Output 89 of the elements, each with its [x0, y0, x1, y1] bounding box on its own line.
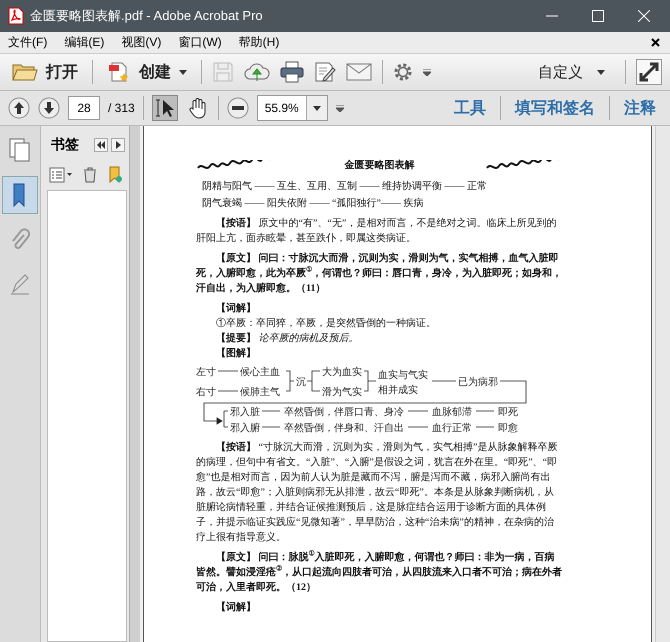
bracket-line: [286, 370, 294, 392]
new-bookmark-icon[interactable]: [107, 166, 123, 184]
envelope-icon[interactable]: [346, 62, 372, 82]
diagram-label: 右寸: [196, 387, 216, 398]
settings-icon[interactable]: [393, 62, 413, 82]
connector-line: [476, 426, 494, 428]
diagram-label: 沉: [296, 377, 306, 388]
sidebar-tab[interactable]: [2, 176, 38, 214]
diagram-label: 相并成实: [378, 385, 418, 396]
diagram-label: 卒然昏倒，伴身和、汗自出: [284, 423, 404, 434]
trash-icon[interactable]: [83, 167, 97, 183]
menu-item[interactable]: 文件(F): [8, 34, 48, 51]
text-line: 【词解】: [216, 600, 257, 615]
cloud-upload-icon[interactable]: [244, 61, 270, 83]
page-number-field[interactable]: 28: [68, 96, 100, 120]
original-text: 【原文】 问曰：脉脱$^{①}$入脏即死，入腑即愈，何谓也？师曰：非为一病，百病皆然。譬如浸淫疮$^{②}$，从口起流向四肢者可治，从四肢流来入口者不可治；病在外者可治，入里者即死。（12）: [196, 550, 563, 595]
maximize-icon[interactable]: [592, 10, 604, 22]
pdf-app-icon: [8, 7, 24, 25]
previous-page-icon[interactable]: [8, 97, 30, 119]
page-count: / 313: [108, 101, 135, 115]
create-button[interactable]: 创建: [103, 60, 191, 84]
flow-line: 阴气衰竭 —— 阳失依附 —— “孤阳独行”—— 疾病: [202, 196, 424, 211]
edit-document-icon[interactable]: [314, 61, 336, 83]
connector-line: [218, 370, 238, 372]
customize-button[interactable]: 自定义: [534, 62, 609, 82]
menu-item[interactable]: 视图(V): [121, 34, 162, 51]
diagram-label: 血脉郁滞: [432, 407, 472, 418]
panel-title: 书签: [51, 136, 79, 154]
window-title: 金匮要略图表解.pdf - Adobe Acrobat Pro: [30, 7, 263, 25]
text-line: 【提要】 论卒厥的病机及预后。: [216, 332, 360, 346]
diagram-label: 滑为气实: [322, 387, 362, 398]
diagram-label: 即愈: [498, 423, 518, 434]
pane-tab[interactable]: 填写和签名: [509, 98, 601, 118]
pane-tab[interactable]: 工具: [448, 98, 492, 118]
select-tool-button[interactable]: [152, 95, 178, 121]
connector-line: [408, 426, 428, 428]
bracket-line: [364, 370, 376, 392]
close-icon[interactable]: [638, 10, 650, 22]
flow-line: 阴精与阳气 —— 互生、互用、互制 —— 维持协调平衡 —— 正常: [202, 180, 488, 194]
diagram-label: 邪入腑: [230, 423, 260, 434]
diagram-label: 左寸: [196, 367, 216, 378]
diagram-label: 邪入脏: [230, 407, 260, 418]
printer-icon[interactable]: [280, 61, 304, 83]
diagram-label: 即死: [498, 407, 518, 418]
zoom-out-icon[interactable]: [226, 97, 249, 119]
connector-line: [218, 390, 238, 392]
diagram-label: 大为血实: [322, 367, 362, 378]
diagram-label: 候肺主气: [240, 387, 280, 398]
collapse-panel-icon[interactable]: [94, 138, 108, 152]
pen-icon: [10, 273, 30, 295]
panel-options-icon[interactable]: [111, 138, 125, 152]
pane-tab[interactable]: 注释: [618, 98, 662, 118]
connector-line: [262, 426, 280, 428]
folder-icon: [12, 62, 38, 82]
list-options-icon[interactable]: [49, 167, 73, 183]
menu-item[interactable]: 窗口(W): [178, 34, 222, 51]
text-line: 【词解】: [216, 302, 257, 316]
pages-icon: [9, 138, 31, 162]
diagram-label: 已为病邪: [458, 377, 498, 388]
bracket-line: [306, 370, 320, 392]
text-line: ①卒厥：卒同猝，卒厥，是突然昏倒的一种病证。: [216, 316, 437, 331]
menu-item[interactable]: 编辑(E): [64, 34, 104, 51]
next-page-icon[interactable]: [38, 97, 60, 119]
caret-icon[interactable]: [312, 106, 321, 110]
running-head: 金匮要略图表解: [344, 158, 414, 173]
dropdown-caret-icon[interactable]: [423, 68, 431, 76]
menu-item[interactable]: 帮助(H): [238, 34, 280, 51]
caret-icon: [179, 70, 187, 74]
caret-icon: [597, 70, 605, 74]
diagram-label: 候心主血: [240, 367, 280, 378]
original-text: 【原文】 问曰：寸脉沉大而滑，沉则为实，滑则为气，实气相搏，血气入脏即死，入腑即愈，此为卒厥$^{①}$，何谓也？师曰：唇口青，身冷，为入脏即死；如身和，汗自出，为入腑即愈。（11）: [196, 251, 563, 296]
connector-line: [476, 410, 494, 412]
paragraph: 【按语】 原文中的“有”、“无”，是相对而言，不是绝对之词。临床上所见到的肝阳上亢，面赤眩晕，甚至跌仆，即属这类病证。: [196, 216, 558, 246]
paperclip-icon: [10, 228, 30, 252]
connector-line: [408, 410, 428, 412]
diagram-label: 血实与气实: [378, 370, 428, 381]
close-document-icon[interactable]: [651, 38, 660, 47]
connector-line: [432, 380, 456, 382]
connector-line: [262, 410, 280, 412]
text-line: 【图解】: [216, 346, 257, 361]
diagram-label: 血行正常: [432, 423, 472, 434]
new-document-icon: [107, 60, 131, 84]
diagram-label: 卒然昏倒，伴唇口青、身冷: [284, 407, 404, 418]
fullscreen-icon[interactable]: [636, 59, 662, 85]
paragraph: 【按语】 “寸脉沉大而滑，沉则为实，滑则为气，实气相搏”是从脉象解释卒厥的病理，但句中有省文。“入脏”、“入腑”是假设之词，犹言在外在里。“即死”、“即愈”也是相对而言，因为前人认为脏是藏而不泻，腑是泻而不藏，病邪入腑尚有出路，故云“即愈”；入脏则病邪无从排泄，故云“即死”。本条是从脉象判断病机，从脏腑论病情轻重，并结合证候推测预后，这是脉症结合运用于诊断方面的具体例子，并提示临证实践应“见微知著”，早早防治，这种“治未病”的精神，在杂病的治疗上很有指导意义。: [196, 440, 558, 545]
more-caret-icon[interactable]: [336, 104, 344, 112]
zoom-field[interactable]: 55.9%: [256, 95, 328, 121]
bracket-line: [224, 410, 228, 428]
open-button[interactable]: 打开: [8, 62, 82, 82]
